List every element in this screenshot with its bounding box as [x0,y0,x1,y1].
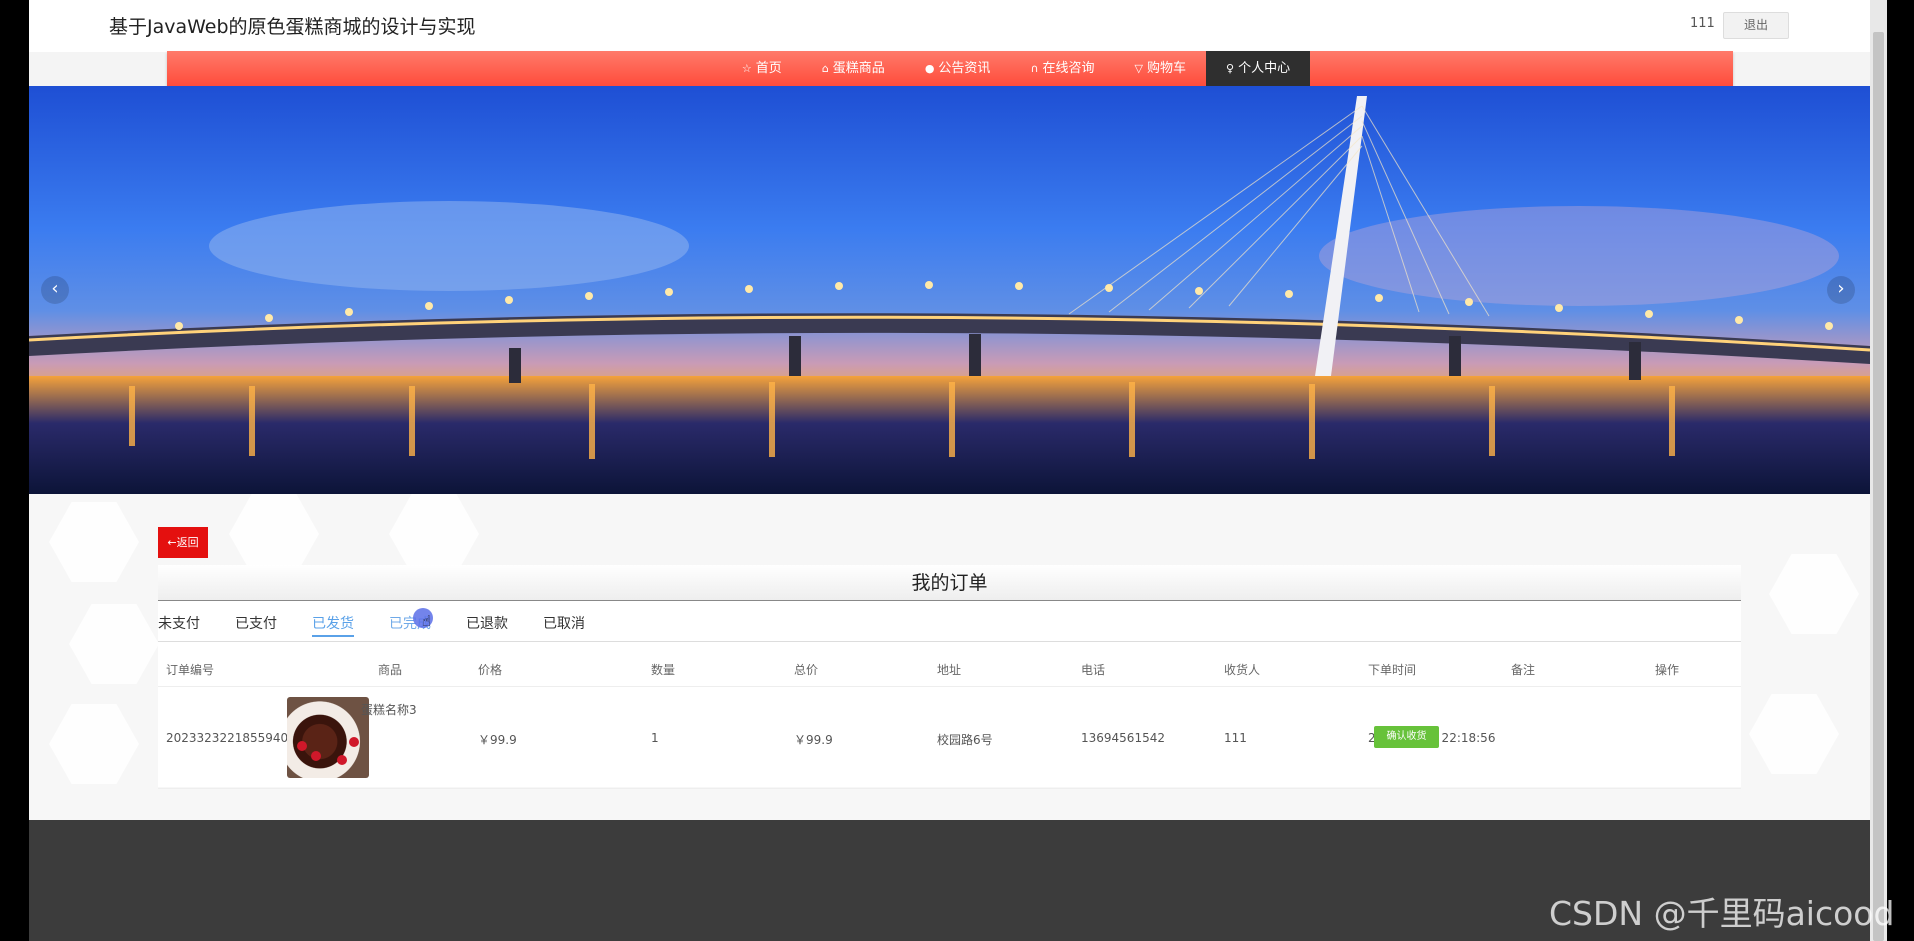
hexagon-decoration [229,494,319,574]
nav-item-label: 公告资讯 [938,61,991,76]
column-header: 数量 [651,663,676,677]
nav-item-profile[interactable]: ♀ 个人中心 [1206,51,1311,86]
strawberry-decoration [349,737,359,747]
hexagon-decoration [1769,554,1859,634]
window-edge [1887,0,1914,941]
tab-paid[interactable]: 已支付 [235,613,277,637]
hexagon-decoration [389,494,479,574]
tab-cancelled[interactable]: 已取消 [543,613,585,637]
price: ￥99.9 [478,733,517,747]
quantity: 1 [651,731,659,745]
column-header: 收货人 [1224,663,1261,677]
total-price: ￥99.9 [794,733,833,747]
tab-refunded[interactable]: 已退款 [466,613,508,637]
hexagon-decoration [49,704,139,784]
carousel-next-button[interactable]: › [1827,276,1855,304]
logout-button[interactable]: 退出 [1723,12,1789,39]
headset-icon: ∩ [1030,62,1039,75]
nav-item-label: 首页 [755,61,782,76]
main-nav: ☆ 首页 ⌂ 蛋糕商品 ● 公告资讯 ∩ 在线咨询 ▽ 购物车 ♀ 个人中心 [167,51,1733,86]
product-name: 蛋糕名称3 [361,703,417,717]
order-section: ←返回 我的订单 未支付 已支付 已发货 已完成 已退款 已取消 订单编号 商品… [29,494,1870,820]
cart-icon: ▽ [1134,62,1143,75]
user-name[interactable]: 111 [1690,16,1715,31]
star-icon: ☆ [741,62,752,75]
address: 校园路6号 [937,733,993,747]
nav-item-label: 蛋糕商品 [832,61,885,76]
column-header: 电话 [1081,663,1106,677]
nav-item-consult[interactable]: ∩ 在线咨询 [1010,51,1114,86]
hexagon-decoration [1749,694,1839,774]
carousel-prev-button[interactable]: ‹ [41,276,69,304]
column-header: 备注 [1511,663,1536,677]
back-button[interactable]: ←返回 [158,527,208,558]
order-number: 2023323221855940 [166,731,289,745]
strawberry-decoration [297,741,307,751]
column-header: 总价 [794,663,819,677]
table-header: 订单编号 商品 价格 数量 总价 地址 电话 收货人 下单时间 备注 操作 [158,647,1741,687]
phone: 13694561542 [1081,731,1165,745]
nav-item-news[interactable]: ● 公告资讯 [905,51,1011,86]
receiver: 111 [1224,731,1247,745]
hand-cursor-icon: ☝ [422,612,432,630]
column-header: 地址 [937,663,962,677]
site-title: 基于JavaWeb的原色蛋糕商城的设计与实现 [109,16,476,38]
column-header: 操作 [1655,663,1680,677]
orders-panel: 我的订单 未支付 已支付 已发货 已完成 已退款 已取消 订单编号 商品 价格 … [158,565,1741,789]
table-row: 2023323221855940 蛋糕名称3 ￥99.9 1 ￥99.9 校园路… [158,687,1741,789]
hexagon-decoration [49,502,139,582]
bag-icon: ⌂ [821,62,829,75]
order-status-tabs: 未支付 已支付 已发货 已完成 已退款 已取消 [158,608,1741,642]
watermark: CSDN @千里码aicood [1549,894,1895,933]
column-header: 下单时间 [1368,663,1417,677]
product-image[interactable] [287,697,369,778]
nav-item-label: 在线咨询 [1042,61,1095,76]
nav-item-label: 个人中心 [1238,61,1291,76]
strawberry-decoration [337,755,347,765]
vertical-scrollbar[interactable] [1870,0,1887,941]
confirm-receipt-button[interactable]: 确认收货 [1374,726,1439,748]
tab-shipped[interactable]: 已发货 [312,613,354,637]
column-header: 订单编号 [166,663,215,677]
tab-unpaid[interactable]: 未支付 [158,613,200,637]
nav-item-cakes[interactable]: ⌂ 蛋糕商品 [802,51,905,86]
info-icon: ● [924,62,935,75]
user-icon: ♀ [1226,62,1235,75]
hexagon-decoration [69,604,159,684]
column-header: 商品 [378,663,403,677]
strawberry-decoration [311,751,321,761]
nav-item-cart[interactable]: ▽ 购物车 [1115,51,1206,86]
header: 基于JavaWeb的原色蛋糕商城的设计与实现 111 退出 [29,0,1870,52]
scrollbar-thumb[interactable] [1873,32,1884,941]
bridge-night-image [29,96,1870,494]
nav-item-label: 购物车 [1146,61,1186,76]
page-title: 我的订单 [158,565,1741,601]
banner-carousel: ‹ › [29,86,1870,494]
page: 基于JavaWeb的原色蛋糕商城的设计与实现 111 退出 ☆ 首页 ⌂ 蛋糕商… [29,0,1870,941]
column-header: 价格 [478,663,503,677]
nav-item-home[interactable]: ☆ 首页 [722,51,802,86]
